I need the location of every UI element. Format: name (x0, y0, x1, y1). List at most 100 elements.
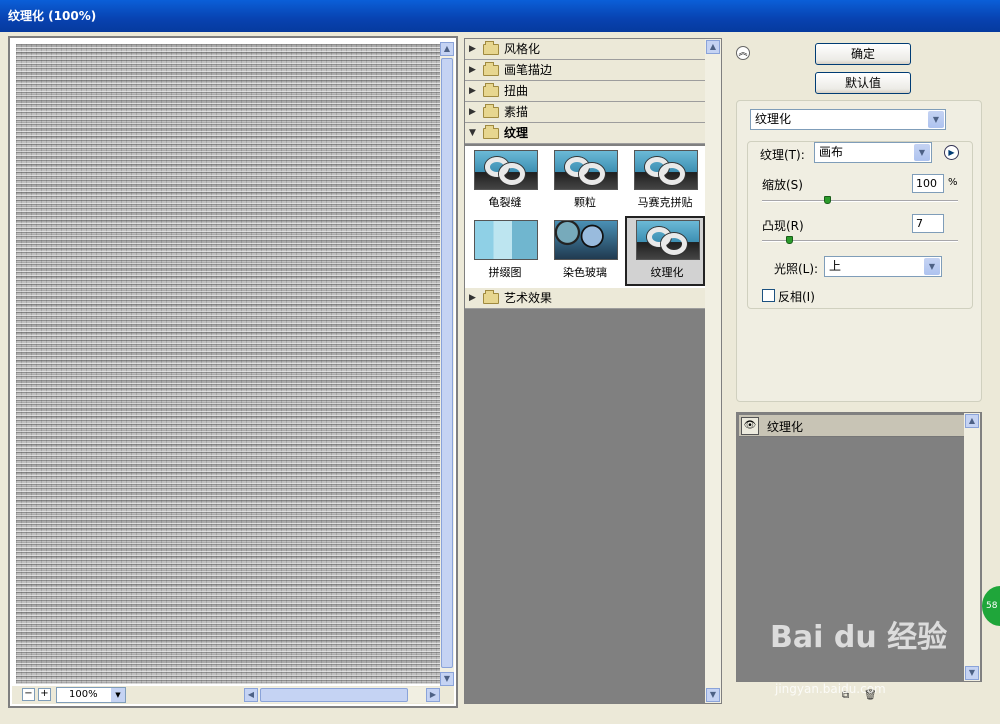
category-label: 素描 (504, 105, 529, 119)
filter-label: 染色玻璃 (563, 266, 607, 279)
category-stylize[interactable]: ▶ 风格化 (465, 39, 705, 60)
filter-label: 纹理化 (650, 266, 684, 279)
baidu-watermark: Bai du 经验 (770, 620, 948, 655)
filter-settings-panel: 纹理化 ▼ 纹理(T): 画布 ▼ ▶ 缩放(S) 100 % 凸现(R) 7 … (736, 100, 982, 402)
expand-triangle-icon: ▶ (469, 44, 476, 54)
layers-scrollbar[interactable]: ▲ ▼ (964, 413, 980, 681)
scaling-unit: % (948, 177, 958, 188)
category-label: 艺术效果 (504, 291, 553, 305)
category-label: 扭曲 (504, 84, 529, 98)
gallery-scrollbar[interactable]: ▲ ▼ (705, 39, 721, 703)
collapse-triangle-icon: ▼ (469, 128, 476, 138)
scaling-slider-thumb[interactable] (824, 196, 831, 204)
collapse-gallery-icon[interactable]: ︽ (736, 46, 750, 60)
expand-triangle-icon: ▶ (469, 107, 476, 117)
filter-craquelure[interactable]: 龟裂缝 (465, 148, 545, 218)
category-sketch[interactable]: ▶ 素描 (465, 102, 705, 123)
scroll-right-icon[interactable]: ▶ (426, 688, 440, 702)
relief-slider-thumb[interactable] (786, 236, 793, 244)
scroll-up-icon[interactable]: ▲ (965, 414, 979, 428)
category-label: 纹理 (504, 126, 529, 140)
invert-checkbox[interactable] (762, 289, 775, 302)
filter-grain[interactable]: 颗粒 (545, 148, 625, 218)
category-label: 风格化 (504, 42, 541, 56)
filter-thumbnail (474, 150, 538, 190)
filter-thumbnail (554, 220, 618, 260)
effect-layer-label: 纹理化 (767, 420, 804, 434)
eye-icon[interactable]: 👁 (741, 417, 759, 435)
expand-triangle-icon: ▶ (469, 86, 476, 96)
relief-input[interactable]: 7 (912, 214, 944, 233)
relief-slider[interactable] (762, 236, 958, 244)
texture-menu-arrow-icon[interactable]: ▶ (944, 145, 959, 160)
filter-gallery-window: 纹理化 (100%) ▲ ▼ − + 100% ▼ ◀ ▶ ▶ 风格化 ▶ 画笔… (0, 0, 1000, 724)
category-brush-strokes[interactable]: ▶ 画笔描边 (465, 60, 705, 81)
scroll-down-icon[interactable]: ▼ (965, 666, 979, 680)
category-texture[interactable]: ▼ 纹理 (465, 123, 705, 144)
light-value: 上 (829, 259, 842, 273)
category-artistic[interactable]: ▶ 艺术效果 (465, 288, 705, 309)
baidu-watermark-url: jingyan.baidu.com (775, 682, 886, 696)
preview-vertical-scrollbar[interactable]: ▲ ▼ (440, 42, 454, 686)
light-select[interactable]: 上 ▼ (824, 256, 942, 277)
texture-value: 画布 (819, 145, 844, 159)
effect-layer-row[interactable]: 👁 纹理化 (739, 415, 965, 437)
vertical-scroll-thumb[interactable] (441, 58, 453, 668)
texture-select[interactable]: 画布 ▼ (814, 142, 932, 163)
chevron-down-icon: ▼ (111, 688, 125, 702)
chevron-down-icon: ▼ (928, 111, 944, 128)
folder-icon (483, 41, 499, 55)
filter-thumbnail (636, 220, 700, 260)
chevron-down-icon: ▼ (924, 258, 940, 275)
filter-mosaic-tiles[interactable]: 马赛克拼贴 (625, 148, 705, 218)
zoom-in-button[interactable]: + (38, 688, 51, 701)
chevron-down-icon: ▼ (914, 144, 930, 161)
scaling-slider[interactable] (762, 196, 958, 204)
filter-patchwork[interactable]: 拼缀图 (465, 218, 545, 288)
invert-label: 反相(I) (778, 290, 815, 304)
horizontal-scroll-thumb[interactable] (260, 688, 408, 702)
folder-icon (483, 83, 499, 97)
filter-thumbnail (474, 220, 538, 260)
filter-label: 马赛克拼贴 (637, 196, 693, 209)
window-title: 纹理化 (100%) (0, 0, 1000, 32)
filter-thumbnail (634, 150, 698, 190)
expand-triangle-icon: ▶ (469, 65, 476, 75)
filter-stained-glass[interactable]: 染色玻璃 (545, 218, 625, 288)
folder-icon (483, 290, 499, 304)
filter-gallery: ▶ 风格化 ▶ 画笔描边 ▶ 扭曲 ▶ 素描 ▼ 纹理 龟裂缝 颗粒 马赛克拼贴… (464, 38, 722, 704)
scroll-left-icon[interactable]: ◀ (244, 688, 258, 702)
texture-label: 纹理(T): (760, 148, 805, 162)
texture-filter-thumbnails: 龟裂缝 颗粒 马赛克拼贴 拼缀图 染色玻璃 纹理化 (465, 146, 705, 288)
category-distort[interactable]: ▶ 扭曲 (465, 81, 705, 102)
filter-select-value: 纹理化 (755, 112, 792, 126)
filter-label: 龟裂缝 (488, 196, 522, 209)
zoom-select[interactable]: 100% ▼ (56, 687, 126, 703)
scroll-down-icon[interactable]: ▼ (706, 688, 720, 702)
scroll-up-icon[interactable]: ▲ (440, 42, 454, 56)
category-label: 画笔描边 (504, 63, 553, 77)
default-button[interactable]: 默认值 (815, 72, 911, 94)
preview-bottom-bar: − + 100% ▼ ◀ ▶ (12, 686, 454, 704)
zoom-out-button[interactable]: − (22, 688, 35, 701)
expand-triangle-icon: ▶ (469, 293, 476, 303)
folder-open-icon (483, 125, 499, 139)
floating-badge[interactable]: 58 (982, 586, 1000, 626)
scaling-input[interactable]: 100 (912, 174, 944, 193)
folder-icon (483, 62, 499, 76)
preview-horizontal-scrollbar[interactable]: ◀ ▶ (244, 687, 440, 703)
scroll-up-icon[interactable]: ▲ (706, 40, 720, 54)
ok-button[interactable]: 确定 (815, 43, 911, 65)
texture-settings-group: 纹理(T): 画布 ▼ ▶ 缩放(S) 100 % 凸现(R) 7 光照(L):… (747, 141, 973, 309)
filter-label: 拼缀图 (488, 266, 522, 279)
zoom-value: 100% (69, 689, 98, 700)
scroll-down-icon[interactable]: ▼ (440, 672, 454, 686)
preview-frame: ▲ ▼ − + 100% ▼ ◀ ▶ (8, 36, 458, 708)
filter-texturizer[interactable]: 纹理化 (625, 216, 705, 286)
preview-canvas[interactable] (16, 44, 440, 684)
filter-thumbnail (554, 150, 618, 190)
filter-select[interactable]: 纹理化 ▼ (750, 109, 946, 130)
folder-icon (483, 104, 499, 118)
scaling-label: 缩放(S) (762, 178, 803, 192)
filter-label: 颗粒 (574, 196, 596, 209)
